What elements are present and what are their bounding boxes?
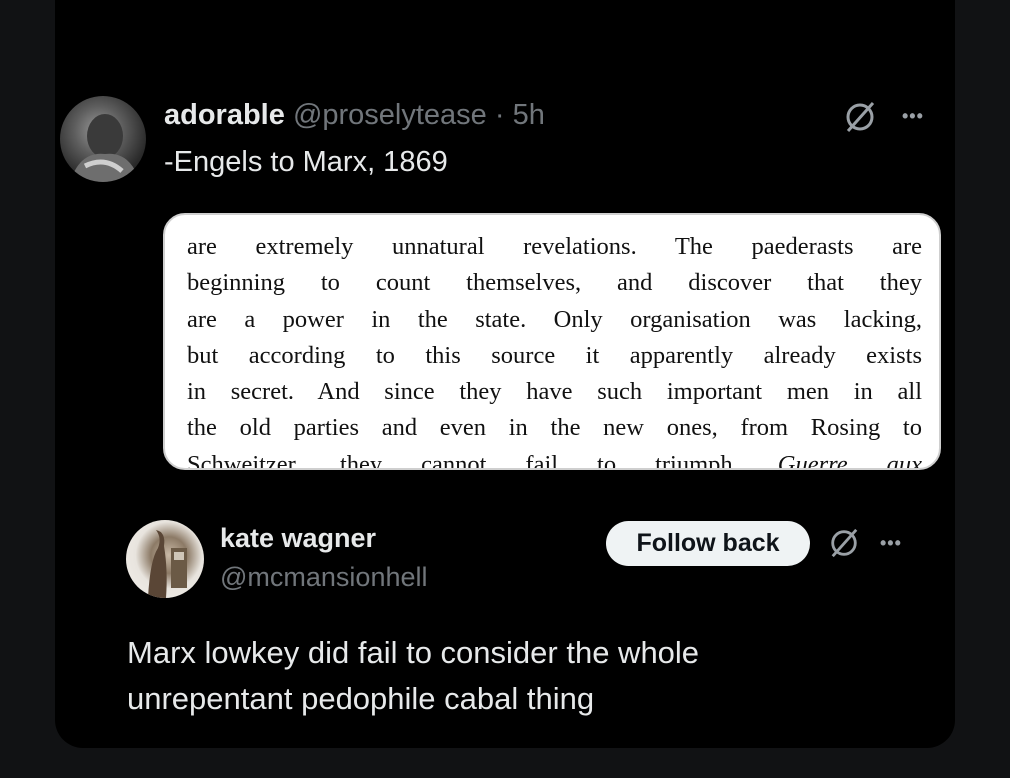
- more-dots-icon[interactable]: •••: [902, 106, 924, 127]
- reply-text-line: unrepentant pedophile cabal thing: [127, 681, 595, 716]
- quote-last-italic: Guerre aux: [777, 450, 922, 470]
- quote-text: are extremely unnatural revelations. The…: [187, 229, 922, 470]
- quoted-image[interactable]: are extremely unnatural revelations. The…: [163, 213, 941, 470]
- quote-line: the old parties and even in the new ones…: [187, 414, 922, 442]
- reply-text-line: Marx lowkey did fail to consider the who…: [127, 635, 700, 670]
- avatar-image: [148, 530, 187, 598]
- follow-back-button[interactable]: Follow back: [606, 521, 810, 566]
- quote-line-last: Schweitzer, they cannot fail to triumph.…: [187, 447, 922, 470]
- avatar-image: [70, 114, 140, 182]
- quote-last-plain: Schweitzer, they cannot fail to triumph.: [187, 450, 778, 470]
- quote-line: but according to this source it apparent…: [187, 341, 922, 369]
- display-name[interactable]: adorable: [164, 99, 285, 131]
- avatar[interactable]: [126, 520, 204, 598]
- reply-text: Marx lowkey did fail to consider the who…: [127, 630, 699, 722]
- post-text: -Engels to Marx, 1869: [164, 146, 448, 178]
- reply-handle[interactable]: @mcmansionhell: [220, 562, 427, 593]
- reply-display-name[interactable]: kate wagner: [220, 523, 376, 554]
- avatar[interactable]: [60, 96, 146, 182]
- more-dots-icon[interactable]: •••: [880, 533, 902, 554]
- quote-line: beginning to count themselves, and disco…: [187, 269, 922, 297]
- separator: ·: [494, 99, 505, 131]
- post-header: adorable @proselytease · 5h: [164, 99, 545, 132]
- slashed-circle-icon[interactable]: [828, 527, 860, 564]
- quote-line: in secret. And since they have such impo…: [187, 378, 922, 406]
- timestamp[interactable]: 5h: [513, 99, 545, 131]
- quote-line: are a power in the state. Only organisat…: [187, 305, 922, 333]
- quote-line: are extremely unnatural revelations. The…: [187, 233, 922, 260]
- handle[interactable]: @proselytease: [293, 99, 487, 131]
- slashed-circle-icon[interactable]: [843, 100, 877, 139]
